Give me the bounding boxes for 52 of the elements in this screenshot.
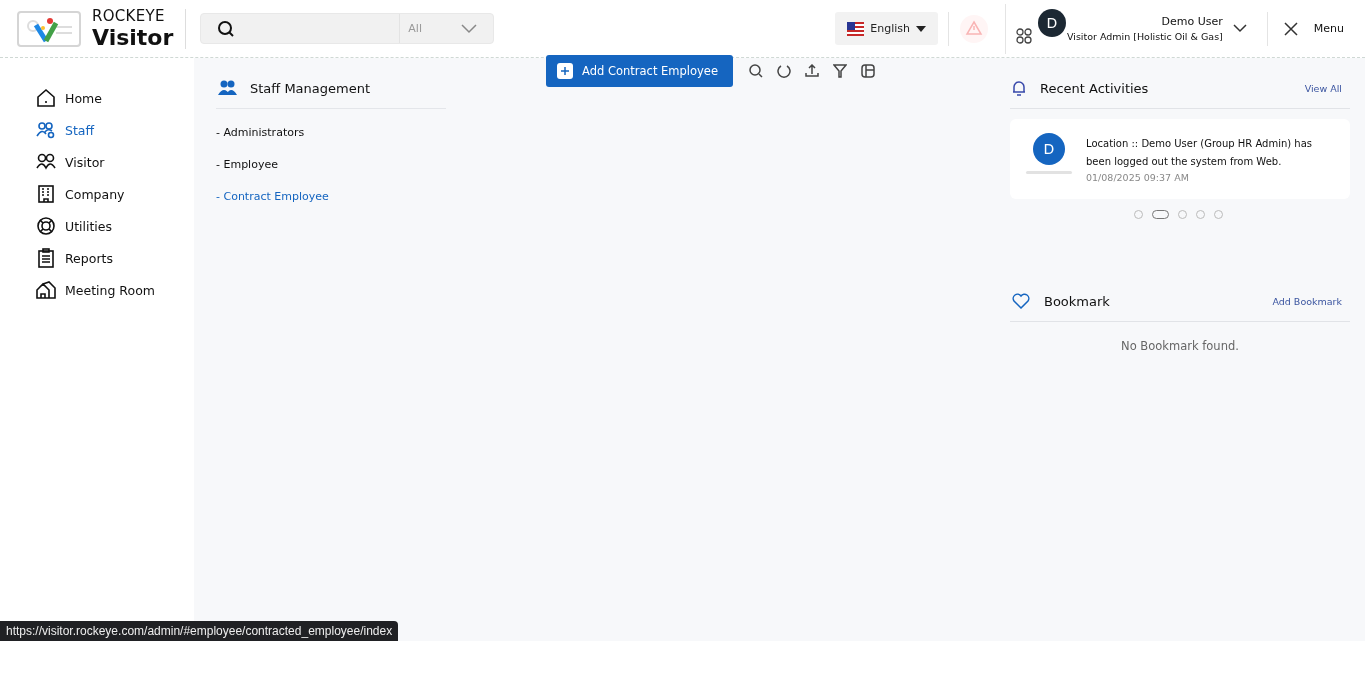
sidebar-item[interactable]: Visitor	[0, 146, 194, 178]
user-name: Demo User	[1161, 15, 1223, 28]
caret-down-icon	[915, 25, 926, 32]
bell-icon	[1012, 80, 1026, 96]
logo-icon	[16, 8, 82, 49]
utilities-icon	[36, 216, 56, 236]
sidebar-item[interactable]: Utilities	[0, 210, 194, 242]
columns-icon[interactable]	[861, 64, 875, 78]
people-icon	[218, 80, 238, 96]
chevron-down-icon	[461, 23, 478, 34]
sidebar-item[interactable]: Home	[0, 82, 194, 114]
logo-title: ROCKEYE	[92, 8, 166, 24]
apps-icon[interactable]	[1015, 27, 1032, 44]
visitor-icon	[36, 152, 56, 172]
panel-title: Staff Management	[250, 80, 371, 96]
submenu-link[interactable]: - Employee	[216, 151, 446, 183]
user-avatar[interactable]: D	[1037, 8, 1066, 37]
logo-subtitle: Visitor	[92, 26, 174, 49]
reports-icon	[36, 248, 56, 268]
add-contract-employee-button[interactable]: Add Contract Employee	[546, 55, 733, 87]
us-flag-icon	[847, 21, 865, 36]
sidebar-item[interactable]: Meeting Room	[0, 274, 194, 306]
search-icon[interactable]	[749, 64, 763, 78]
sidebar-item[interactable]: Reports	[0, 242, 194, 274]
refresh-icon[interactable]	[777, 64, 791, 78]
language-dropdown[interactable]: English	[835, 12, 938, 45]
empty-message: No Bookmark found.	[1120, 339, 1240, 353]
activity-time: 01/08/2025 09:37 AM	[1086, 172, 1190, 183]
filter-icon[interactable]	[833, 64, 847, 78]
sidebar-item[interactable]: Staff	[0, 114, 194, 146]
activity-avatar: D	[1033, 133, 1065, 165]
search-icon	[217, 19, 236, 38]
submenu-link[interactable]: - Contract Employee	[216, 183, 446, 215]
view-all-link[interactable]: View All	[1304, 82, 1342, 94]
chevron-down-icon[interactable]	[1232, 24, 1247, 33]
user-role: Visitor Admin [Holistic Oil & Gas]	[1066, 31, 1223, 42]
plus-icon	[557, 63, 573, 79]
status-url: https://visitor.rockeye.com/admin/#employee/contracted_employee/index	[0, 621, 399, 641]
company-icon	[36, 184, 56, 204]
section-title: Bookmark	[1044, 293, 1111, 309]
section-title: Recent Activities	[1040, 80, 1150, 96]
menu-button[interactable]: Menu	[1277, 21, 1365, 36]
activity-text: Location :: Demo User (Group HR Admin) has been logged out the system from Web.	[1086, 137, 1314, 169]
meeting-room-icon	[36, 280, 56, 300]
staff-icon	[36, 120, 56, 140]
sidebar-item[interactable]: Company	[0, 178, 194, 210]
submenu-link[interactable]: - Administrators	[216, 119, 446, 151]
add-bookmark-link[interactable]: Add Bookmark	[1272, 295, 1342, 307]
heart-icon	[1012, 293, 1030, 309]
close-icon	[1283, 21, 1298, 36]
home-icon	[36, 88, 56, 108]
upload-icon[interactable]	[805, 64, 819, 78]
